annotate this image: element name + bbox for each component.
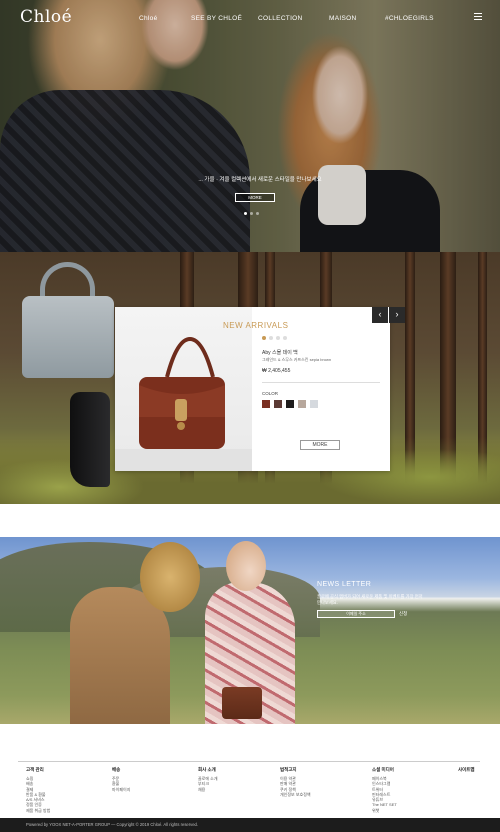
- footer-link[interactable]: 제품 취급 방법: [26, 808, 50, 813]
- hero-caption: ... 가을 · 겨울 컬렉션에서 새로운 스타일을 만나보세요: [198, 177, 322, 183]
- newsletter-banner: [0, 537, 500, 724]
- next-arrow-icon[interactable]: ›: [389, 307, 405, 323]
- newsletter-description: 끌로에 공식 멤버가 되어 새로운 제품 및 이벤트를 가장 먼저 만나보세요.: [317, 594, 423, 605]
- color-swatches: [262, 400, 318, 408]
- product-name[interactable]: Aby 스몰 데이 백: [262, 349, 298, 356]
- footer-link[interactable]: 위챗: [372, 808, 397, 813]
- product-card: NEW ARRIVALS Aby 스몰 데이 백 그레인드 & 스무스 카프스킨…: [115, 307, 390, 471]
- product-image[interactable]: [115, 307, 252, 471]
- footer-column-sitemap: 사이트맵: [458, 767, 475, 776]
- newsletter-title: NEWS LETTER: [317, 581, 372, 588]
- nav-item-see-by-chloe[interactable]: SEE BY CHLOÉ: [191, 15, 242, 22]
- copyright-bar: Powered by YOOX NET-A-PORTER GROUP — Cop…: [0, 818, 500, 832]
- color-swatch[interactable]: [310, 400, 318, 408]
- top-navigation: Chloé Chloé SEE BY CHLOÉ COLLECTION MAIS…: [0, 0, 500, 36]
- footer-column-social: 소셜 미디어 페이스북 인스타그램 트위터 핀터레스트 유튜브 The NET …: [372, 767, 397, 813]
- product-dots[interactable]: [262, 336, 287, 340]
- color-label: COLOR: [262, 391, 279, 396]
- new-arrivals-title: NEW ARRIVALS: [223, 321, 289, 330]
- color-swatch[interactable]: [286, 400, 294, 408]
- newsletter-submit-button[interactable]: 신청: [399, 611, 407, 617]
- bag-icon: [139, 336, 225, 449]
- footer-column-customer: 고객 관리 쇼핑 배송 결제 반품 & 환불 A/S 서비스 정품 인증 제품 …: [26, 767, 50, 813]
- footer-column-shipping: 배송 주문 환불 마이페이지: [112, 767, 130, 792]
- footer-heading: 회사 소개: [198, 767, 216, 772]
- nav-item-chloe[interactable]: Chloé: [139, 15, 157, 22]
- product-more-button[interactable]: MORE: [300, 440, 340, 450]
- footer-column-company: 회사 소개 끌로에 소개 부티크 채용: [198, 767, 218, 792]
- copyright-text: Powered by YOOX NET-A-PORTER GROUP — Cop…: [26, 822, 199, 827]
- hero-carousel-dots[interactable]: [244, 212, 259, 215]
- carousel-dot[interactable]: [244, 212, 247, 215]
- newsletter-email-input[interactable]: 이메일 주소: [317, 610, 395, 618]
- footer-link[interactable]: 마이페이지: [112, 787, 130, 792]
- campaign-image-bag: [222, 687, 262, 719]
- product-description: 그레인드 & 스무스 카프스킨 sepia brown: [262, 357, 332, 362]
- carousel-dot[interactable]: [256, 212, 259, 215]
- footer-heading: 소셜 미디어: [372, 767, 394, 772]
- footer-column-legal: 법적고지 이용 약관 판매 약관 쿠키 정책 개인정보 보호정책: [280, 767, 311, 797]
- footer-heading: 배송: [112, 767, 121, 772]
- footer-link[interactable]: 채용: [198, 787, 218, 792]
- footer-link[interactable]: The NET SET: [372, 802, 397, 807]
- footer-heading: 고객 관리: [26, 767, 44, 772]
- color-swatch[interactable]: [274, 400, 282, 408]
- color-swatch[interactable]: [262, 400, 270, 408]
- hero-more-button[interactable]: MORE: [235, 193, 275, 202]
- site-footer: 고객 관리 쇼핑 배송 결제 반품 & 환불 A/S 서비스 정품 인증 제품 …: [0, 755, 500, 817]
- footer-link[interactable]: 개인정보 보호정책: [280, 792, 311, 797]
- color-swatch[interactable]: [298, 400, 306, 408]
- footer-heading: 법적고지: [280, 767, 297, 772]
- nav-item-collection[interactable]: COLLECTION: [258, 15, 303, 22]
- arrivals-arrows: ‹ ›: [372, 307, 406, 323]
- nav-item-chloegirls[interactable]: #CHLOEGIRLS: [385, 15, 434, 22]
- product-price: ₩ 2,405,455: [262, 368, 291, 374]
- grey-bag-image: [22, 296, 114, 378]
- boot-image: [70, 392, 110, 487]
- brand-logo[interactable]: Chloé: [20, 7, 72, 27]
- footer-heading-sitemap[interactable]: 사이트맵: [458, 767, 475, 773]
- carousel-dot[interactable]: [250, 212, 253, 215]
- nav-item-maison[interactable]: MAISON: [329, 15, 356, 22]
- hero-banner: Chloé Chloé SEE BY CHLOÉ COLLECTION MAIS…: [0, 0, 500, 252]
- menu-icon[interactable]: [474, 13, 482, 21]
- prev-arrow-icon[interactable]: ‹: [372, 307, 388, 323]
